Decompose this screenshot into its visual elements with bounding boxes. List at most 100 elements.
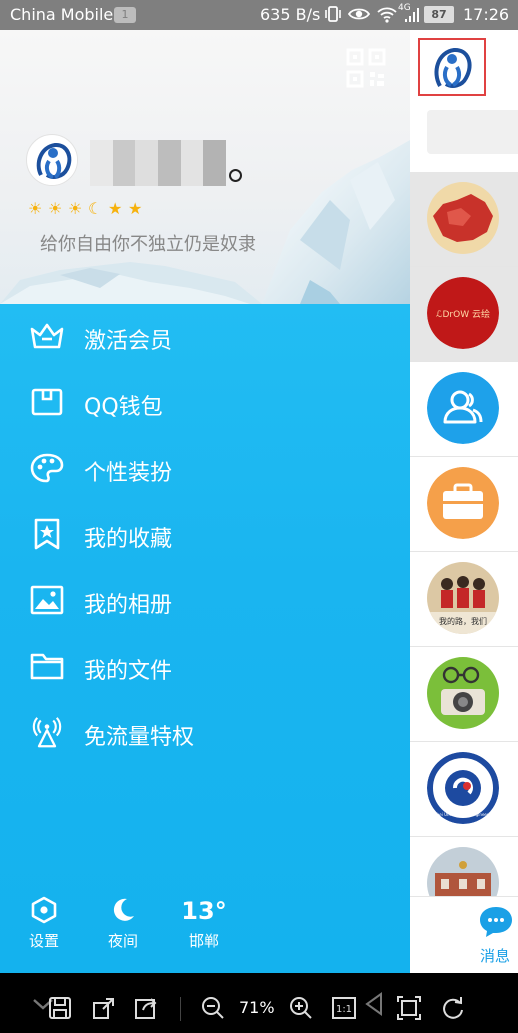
zoom-in-icon bbox=[290, 997, 312, 1019]
viewer-toolbar: 71% 1:1 bbox=[0, 973, 518, 1033]
folder-icon bbox=[30, 653, 64, 680]
menu-item-activate-membership[interactable]: 激活会员 bbox=[0, 308, 410, 364]
menu-item-personalize[interactable]: 个性装扮 bbox=[0, 440, 410, 496]
conversation-row[interactable] bbox=[410, 837, 518, 896]
nickname-blurred bbox=[90, 140, 227, 186]
menu-item-label: QQ钱包 bbox=[84, 395, 163, 420]
conversation-row[interactable]: ℒDrOW 云绘 bbox=[410, 267, 518, 362]
actual-size-label: 1:1 bbox=[336, 1004, 352, 1015]
settings-hexagon-icon bbox=[31, 896, 57, 924]
sun-icon: ☀ bbox=[28, 199, 43, 218]
university-logo-avatar: Hebei University of Engineering bbox=[427, 752, 499, 824]
contacts-icon bbox=[427, 372, 499, 444]
tab-messages-label: 消息 bbox=[480, 947, 511, 965]
menu-item-label: 免流量特权 bbox=[84, 725, 195, 750]
night-mode-label: 夜间 bbox=[107, 932, 138, 950]
tab-messages[interactable]: 消息 bbox=[410, 896, 518, 973]
zoom-out-icon bbox=[202, 997, 224, 1019]
conversation-row[interactable] bbox=[410, 457, 518, 552]
qq-level-badges[interactable]: ☀ ☀ ☀ ☾ ★ ★ bbox=[28, 200, 147, 218]
zoom-level: 71% bbox=[239, 998, 275, 1017]
star-icon: ★ bbox=[128, 199, 143, 218]
profile-header: ☀ ☀ ☀ ☾ ★ ★ 给你自由你不独立仍是奴隶 bbox=[0, 30, 410, 304]
rotate-icon bbox=[443, 997, 463, 1019]
bookmark-star-icon bbox=[34, 518, 60, 550]
signal-icon bbox=[405, 8, 419, 22]
search-bar[interactable] bbox=[427, 110, 518, 154]
battery-level: 87 bbox=[424, 6, 454, 23]
red-circle-logo-avatar: ℒDrOW 云绘 bbox=[427, 277, 499, 349]
chat-bubble-icon bbox=[480, 907, 512, 937]
conversation-row[interactable]: Hebei University of Engineering bbox=[410, 742, 518, 837]
personal-signature[interactable]: 给你自由你不独立仍是奴隶 bbox=[40, 230, 256, 256]
menu-item-label: 我的收藏 bbox=[84, 527, 173, 552]
side-drawer: ☀ ☀ ☀ ☾ ★ ★ 给你自由你不独立仍是奴隶 激活会员 QQ钱包 个性装扮 bbox=[0, 30, 410, 973]
menu-item-qq-wallet[interactable]: QQ钱包 bbox=[0, 374, 410, 430]
conversation-row[interactable] bbox=[410, 362, 518, 457]
wifi-icon bbox=[377, 7, 397, 23]
temperature: 13° bbox=[181, 897, 227, 925]
crown-icon bbox=[30, 323, 64, 349]
avatar-caption-text: 我的路，我们 bbox=[439, 616, 487, 626]
menu-item-label: 我的相册 bbox=[84, 593, 173, 618]
palette-icon bbox=[30, 453, 64, 483]
qr-code-icon[interactable] bbox=[346, 48, 386, 88]
drawer-footer: 设置 夜间 13° 邯郸 bbox=[0, 896, 410, 966]
share-icon bbox=[135, 998, 157, 1019]
eye-icon bbox=[348, 8, 370, 20]
notification-count-badge: 1 bbox=[114, 7, 136, 23]
group-photo-avatar: 我的路，我们 bbox=[427, 562, 499, 634]
menu-item-label: 我的文件 bbox=[84, 659, 173, 684]
night-mode-button[interactable]: 夜间 bbox=[93, 896, 153, 966]
status-icons bbox=[324, 4, 398, 24]
actual-size-button[interactable]: 1:1 bbox=[331, 995, 357, 1021]
nickname-trailing-symbol bbox=[229, 169, 242, 182]
moon-icon: ☾ bbox=[88, 199, 103, 218]
back-triangle-icon[interactable] bbox=[361, 991, 387, 1017]
share-button[interactable] bbox=[133, 995, 159, 1021]
building-photo-avatar bbox=[427, 847, 499, 896]
menu-item-label: 个性装扮 bbox=[84, 461, 173, 486]
menu-item-label: 激活会员 bbox=[84, 329, 173, 354]
status-bar: China Mobile 1 635 B/s 4G 87 17:26 bbox=[0, 0, 518, 30]
weather-button[interactable]: 13° 邯郸 bbox=[174, 896, 234, 966]
zoom-in-button[interactable] bbox=[288, 995, 314, 1021]
signal-tower-icon bbox=[32, 717, 62, 748]
save-button[interactable] bbox=[47, 995, 73, 1021]
rotate-button[interactable] bbox=[440, 995, 466, 1021]
conversation-row[interactable] bbox=[410, 647, 518, 742]
settings-button[interactable]: 设置 bbox=[14, 896, 74, 966]
red-map-avatar bbox=[427, 182, 499, 254]
star-icon: ★ bbox=[108, 199, 123, 218]
camera-avatar bbox=[427, 657, 499, 729]
toolbar-divider bbox=[180, 997, 181, 1021]
user-avatar[interactable] bbox=[26, 134, 78, 186]
fit-screen-icon bbox=[397, 996, 421, 1020]
menu-item-free-data[interactable]: 免流量特权 bbox=[0, 704, 410, 760]
menu-item-files[interactable]: 我的文件 bbox=[0, 638, 410, 694]
fit-screen-button[interactable] bbox=[396, 995, 422, 1021]
sun-icon: ☀ bbox=[48, 199, 63, 218]
city-name: 邯郸 bbox=[188, 932, 219, 950]
clock: 17:26 bbox=[463, 5, 510, 24]
export-icon bbox=[93, 998, 114, 1019]
avatar-logo-text: Hebei University of Engineering bbox=[431, 812, 495, 817]
menu-panel: 激活会员 QQ钱包 个性装扮 我的收藏 我的相册 我的文件 免流量特权 设置 夜… bbox=[0, 304, 410, 973]
menu-item-favorites[interactable]: 我的收藏 bbox=[0, 506, 410, 562]
avatar-logo-text: ℒDrOW 云绘 bbox=[436, 308, 490, 320]
carrier-name: China Mobile bbox=[10, 5, 114, 24]
wallet-icon bbox=[31, 388, 63, 416]
moon-icon bbox=[113, 898, 134, 921]
conversation-row[interactable] bbox=[410, 172, 518, 267]
vibrate-icon bbox=[325, 6, 341, 22]
zoom-out-button[interactable] bbox=[200, 995, 226, 1021]
conversation-row[interactable]: 我的路，我们 bbox=[410, 552, 518, 647]
export-button[interactable] bbox=[91, 995, 117, 1021]
menu-item-albums[interactable]: 我的相册 bbox=[0, 572, 410, 628]
briefcase-icon bbox=[427, 467, 499, 539]
sun-icon: ☀ bbox=[68, 199, 83, 218]
floppy-disk-icon bbox=[49, 997, 71, 1019]
data-rate: 635 B/s bbox=[260, 5, 321, 24]
settings-label: 设置 bbox=[28, 932, 59, 950]
my-avatar-button[interactable] bbox=[418, 38, 486, 96]
